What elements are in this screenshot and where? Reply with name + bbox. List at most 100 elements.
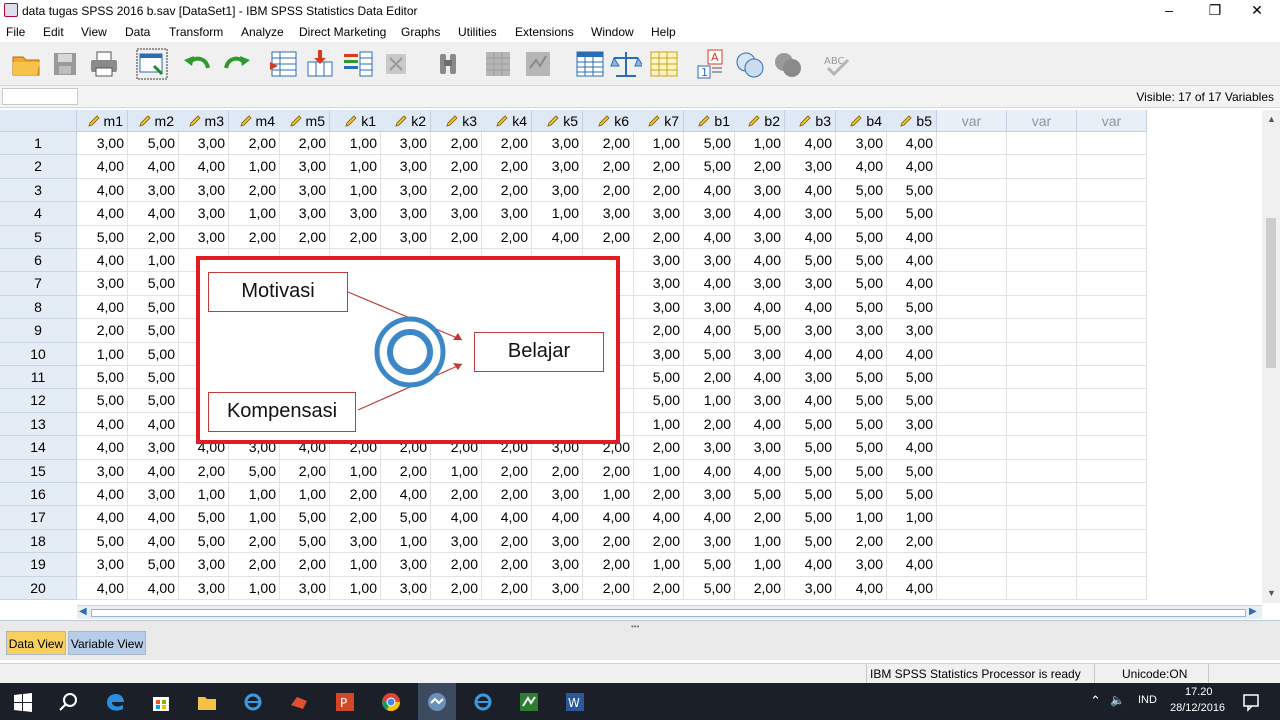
insert-variable-icon[interactable] xyxy=(522,48,554,80)
data-cell[interactable]: 2,00 xyxy=(431,225,482,249)
data-cell[interactable]: 2,00 xyxy=(279,459,330,483)
data-cell[interactable]: 4,00 xyxy=(128,412,179,437)
vertical-scrollbar[interactable]: ▲ ▼ xyxy=(1262,110,1280,603)
empty-cell[interactable] xyxy=(1007,295,1077,320)
data-cell[interactable]: 3,00 xyxy=(886,319,937,343)
data-cell[interactable]: 2,00 xyxy=(633,225,684,249)
row-number[interactable]: 16 xyxy=(0,483,77,507)
data-cell[interactable]: 5,00 xyxy=(836,412,887,437)
data-cell[interactable]: 3,00 xyxy=(734,272,785,296)
data-cell[interactable]: 4,00 xyxy=(886,436,937,460)
data-cell[interactable]: 1,00 xyxy=(330,576,381,600)
empty-cell[interactable] xyxy=(1077,272,1147,296)
data-cell[interactable]: 3,00 xyxy=(380,155,431,179)
empty-cell[interactable] xyxy=(937,132,1007,156)
empty-cell[interactable] xyxy=(1077,295,1147,320)
select-cases-icon[interactable] xyxy=(648,48,680,80)
empty-cell[interactable] xyxy=(1007,178,1077,203)
data-cell[interactable]: 3,00 xyxy=(684,436,735,460)
data-cell[interactable]: 4,00 xyxy=(128,529,179,554)
data-cell[interactable]: 3,00 xyxy=(77,553,128,577)
empty-cell[interactable] xyxy=(937,459,1007,483)
data-cell[interactable]: 4,00 xyxy=(886,342,937,366)
data-cell[interactable]: 2,00 xyxy=(583,132,634,156)
empty-cell[interactable] xyxy=(937,553,1007,577)
data-cell[interactable]: 5,00 xyxy=(836,225,887,249)
camtasia-icon[interactable] xyxy=(518,691,540,713)
empty-cell[interactable] xyxy=(937,412,1007,437)
data-cell[interactable]: 3,00 xyxy=(633,295,684,320)
data-cell[interactable]: 5,00 xyxy=(785,459,836,483)
go-to-case-icon[interactable] xyxy=(268,48,300,80)
column-header-k7[interactable]: k7 xyxy=(633,110,684,132)
data-cell[interactable]: 1,00 xyxy=(886,506,937,530)
data-cell[interactable]: 3,00 xyxy=(684,202,735,226)
file-explorer-icon[interactable] xyxy=(196,691,218,713)
data-cell[interactable]: 5,00 xyxy=(886,459,937,483)
data-cell[interactable]: 3,00 xyxy=(431,202,482,226)
data-cell[interactable]: 4,00 xyxy=(836,342,887,366)
data-cell[interactable]: 2,00 xyxy=(583,553,634,577)
data-cell[interactable]: 2,00 xyxy=(633,436,684,460)
data-cell[interactable]: 2,00 xyxy=(633,155,684,179)
clock-date[interactable]: 28/12/2016 xyxy=(1170,702,1225,714)
data-cell[interactable]: 2,00 xyxy=(229,225,280,249)
empty-cell[interactable] xyxy=(937,576,1007,600)
data-cell[interactable]: 5,00 xyxy=(886,366,937,390)
empty-cell[interactable] xyxy=(937,366,1007,390)
column-header-empty-var[interactable]: var xyxy=(1007,110,1077,132)
data-cell[interactable]: 3,00 xyxy=(380,225,431,249)
data-cell[interactable]: 3,00 xyxy=(886,412,937,437)
menu-direct-marketing[interactable]: Direct Marketing xyxy=(299,25,386,39)
data-cell[interactable]: 3,00 xyxy=(785,272,836,296)
data-cell[interactable]: 4,00 xyxy=(785,553,836,577)
data-cell[interactable]: 1,00 xyxy=(734,132,785,156)
variables-icon[interactable] xyxy=(342,48,374,80)
value-labels-icon[interactable]: A1 xyxy=(696,48,728,80)
data-cell[interactable]: 2,00 xyxy=(178,459,229,483)
data-cell[interactable]: 5,00 xyxy=(128,553,179,577)
empty-cell[interactable] xyxy=(1007,366,1077,390)
empty-cell[interactable] xyxy=(1077,436,1147,460)
horizontal-scrollbar[interactable]: ◀ ▶ xyxy=(77,605,1262,619)
row-number[interactable]: 4 xyxy=(0,202,77,226)
data-cell[interactable]: 1,00 xyxy=(330,132,381,156)
data-cell[interactable]: 1,00 xyxy=(633,459,684,483)
data-cell[interactable]: 2,00 xyxy=(481,483,532,507)
column-header-b1[interactable]: b1 xyxy=(684,110,735,132)
data-cell[interactable]: 2,00 xyxy=(583,178,634,203)
data-cell[interactable]: 5,00 xyxy=(785,436,836,460)
data-cell[interactable]: 3,00 xyxy=(734,342,785,366)
column-header-k2[interactable]: k2 xyxy=(380,110,431,132)
grid-corner[interactable] xyxy=(0,110,77,132)
resize-grip-icon[interactable]: ••• xyxy=(631,622,639,631)
data-cell[interactable]: 2,00 xyxy=(279,132,330,156)
data-cell[interactable]: 1,00 xyxy=(279,483,330,507)
redo-icon[interactable] xyxy=(220,48,252,80)
data-cell[interactable]: 5,00 xyxy=(785,483,836,507)
data-cell[interactable]: 1,00 xyxy=(836,506,887,530)
data-cell[interactable]: 3,00 xyxy=(684,249,735,273)
empty-cell[interactable] xyxy=(1007,553,1077,577)
spss-app-icon[interactable] xyxy=(4,3,18,17)
data-cell[interactable]: 5,00 xyxy=(684,576,735,600)
data-cell[interactable]: 5,00 xyxy=(279,506,330,530)
data-cell[interactable]: 3,00 xyxy=(633,272,684,296)
data-cell[interactable]: 3,00 xyxy=(380,202,431,226)
data-cell[interactable]: 4,00 xyxy=(481,506,532,530)
data-cell[interactable]: 5,00 xyxy=(229,459,280,483)
data-cell[interactable]: 3,00 xyxy=(684,529,735,554)
data-cell[interactable]: 1,00 xyxy=(583,483,634,507)
data-cell[interactable]: 5,00 xyxy=(128,319,179,343)
data-cell[interactable]: 2,00 xyxy=(128,225,179,249)
empty-cell[interactable] xyxy=(1077,225,1147,249)
data-cell[interactable]: 5,00 xyxy=(836,436,887,460)
data-cell[interactable]: 4,00 xyxy=(886,225,937,249)
data-cell[interactable]: 4,00 xyxy=(886,249,937,273)
empty-cell[interactable] xyxy=(1077,412,1147,437)
empty-cell[interactable] xyxy=(1077,506,1147,530)
app-red-icon[interactable] xyxy=(288,691,310,713)
data-cell[interactable]: 4,00 xyxy=(77,506,128,530)
empty-cell[interactable] xyxy=(937,178,1007,203)
data-cell[interactable]: 3,00 xyxy=(633,202,684,226)
